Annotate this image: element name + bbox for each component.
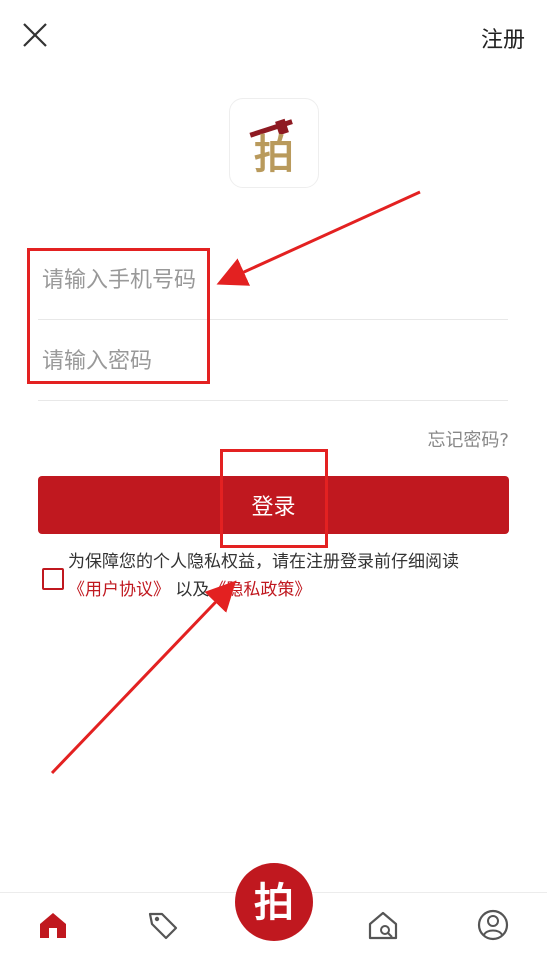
auction-center-icon: 拍: [254, 879, 294, 926]
forgot-password-link[interactable]: 忘记密码?: [427, 426, 509, 452]
annotation-arrow-login: [50, 580, 237, 775]
phone-input[interactable]: [38, 242, 508, 320]
bottom-tab-bar: 拍: [0, 863, 547, 957]
close-button[interactable]: [18, 18, 52, 52]
tag-icon: [148, 912, 178, 940]
home-icon: [40, 913, 66, 938]
profile-icon: [477, 909, 509, 941]
login-button[interactable]: 登录: [38, 476, 509, 534]
house-search-icon: [368, 911, 398, 940]
tab-auction-center[interactable]: 拍: [235, 863, 313, 941]
register-link[interactable]: 注册: [481, 22, 525, 54]
agreement-text: 为保障您的个人隐私权益，请在注册登录前仔细阅读 《用户协议》 以及《隐私政策》: [68, 548, 528, 604]
password-input[interactable]: [38, 323, 508, 401]
tab-home[interactable]: [33, 905, 73, 945]
agreement-conjunction: 以及: [175, 580, 210, 600]
tab-profile[interactable]: [473, 905, 513, 945]
user-agreement-link[interactable]: 《用户协议》: [68, 580, 170, 600]
close-icon: [23, 23, 47, 47]
privacy-policy-link[interactable]: 《隐私政策》: [209, 580, 311, 600]
tab-house-search[interactable]: [363, 905, 403, 945]
logo-glyph: 拍: [254, 131, 294, 178]
auction-logo-icon: 拍: [249, 118, 294, 178]
agreement-prefix: 为保障您的个人隐私权益，请在注册登录前仔细阅读: [68, 552, 459, 572]
tab-tags[interactable]: [143, 905, 183, 945]
app-logo: 拍: [229, 98, 319, 188]
agreement-checkbox[interactable]: [42, 568, 64, 590]
auction-center-glyph: 拍: [254, 879, 294, 926]
